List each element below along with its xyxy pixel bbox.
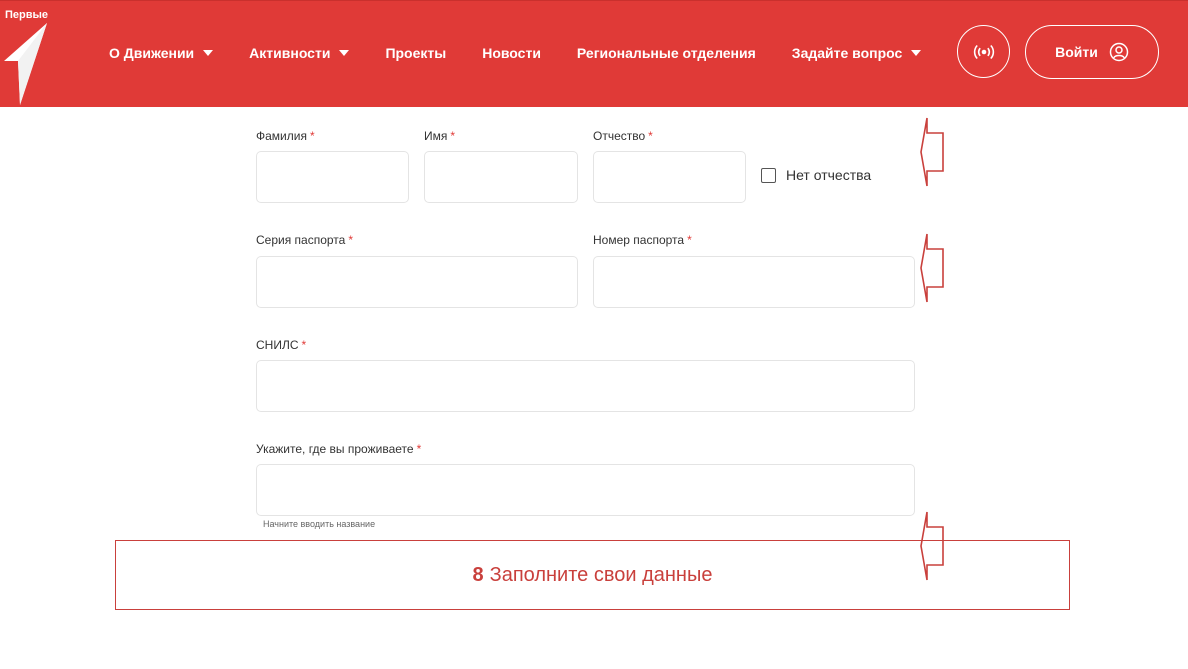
- nav-item-regional[interactable]: Региональные отделения: [577, 45, 756, 61]
- surname-label: Фамилия *: [256, 129, 315, 143]
- nav-item-projects[interactable]: Проекты: [385, 45, 446, 61]
- passport-series-label: Серия паспорта *: [256, 233, 353, 247]
- required-mark: *: [301, 338, 307, 352]
- nav-item-label: Новости: [482, 45, 541, 61]
- required-mark: *: [687, 233, 692, 247]
- site-header: Первые О Движении Активности Проекты Нов…: [0, 0, 1188, 107]
- snils-label-text: СНИЛС: [256, 338, 299, 352]
- residence-label-text: Укажите, где вы проживаете: [256, 442, 414, 456]
- residence-input[interactable]: [256, 464, 915, 516]
- passport-number-label-text: Номер паспорта: [593, 233, 685, 247]
- no-patronymic-label: Нет отчества: [786, 167, 872, 183]
- name-label-text: Имя: [424, 129, 448, 143]
- logo-text: Первые: [5, 9, 49, 21]
- instruction-text: Заполните свои данные: [489, 563, 713, 586]
- snils-label: СНИЛС *: [256, 338, 306, 352]
- nav-item-activities[interactable]: Активности: [249, 45, 350, 61]
- name-label: Имя *: [424, 129, 455, 143]
- nav-item-ask-question[interactable]: Задайте вопрос: [792, 45, 922, 61]
- residence-hint: Начните вводить название: [263, 519, 376, 529]
- required-mark: *: [416, 442, 422, 456]
- patronymic-input[interactable]: [593, 151, 746, 203]
- broadcast-icon: [973, 44, 994, 59]
- patronymic-label-text: Отчество: [593, 129, 646, 143]
- nav-item-label: Региональные отделения: [576, 45, 756, 61]
- required-mark: *: [450, 129, 456, 143]
- nav-item-about[interactable]: О Движении: [109, 45, 214, 61]
- nav-item-label: Активности: [249, 45, 331, 61]
- instruction-callout: 8 Заполните свои данные: [115, 540, 1070, 610]
- logo-arrow-icon: [4, 23, 47, 105]
- name-input[interactable]: [424, 151, 578, 203]
- main-nav: О Движении Активности Проекты Новости Ре…: [109, 1, 957, 105]
- nav-item-label: Задайте вопрос: [791, 45, 903, 61]
- residence-label: Укажите, где вы проживаете *: [256, 442, 421, 456]
- no-patronymic-checkbox[interactable]: Нет отчества: [761, 167, 871, 183]
- login-label: Войти: [1055, 44, 1098, 60]
- nav-item-news[interactable]: Новости: [482, 45, 541, 61]
- surname-label-text: Фамилия: [256, 129, 307, 143]
- nav-item-label: Проекты: [385, 45, 447, 61]
- passport-series-label-text: Серия паспорта: [256, 233, 346, 247]
- logo[interactable]: Первые: [4, 7, 54, 107]
- broadcast-button[interactable]: [957, 25, 1010, 78]
- patronymic-label: Отчество *: [593, 129, 653, 143]
- required-mark: *: [648, 129, 653, 143]
- required-mark: *: [348, 233, 354, 247]
- snils-input[interactable]: [256, 360, 915, 412]
- passport-number-input[interactable]: [593, 256, 915, 308]
- pointer-arrow-icon: [920, 117, 944, 187]
- caret-down-icon: [339, 50, 350, 56]
- passport-series-input[interactable]: [256, 256, 578, 308]
- caret-down-icon: [911, 50, 922, 56]
- user-circle-icon: [1109, 42, 1129, 62]
- nav-item-label: О Движении: [109, 45, 195, 61]
- checkbox-box[interactable]: [761, 167, 776, 183]
- caret-down-icon: [203, 50, 214, 56]
- pointer-arrow-icon: [920, 233, 944, 303]
- login-button[interactable]: Войти: [1025, 25, 1159, 79]
- passport-number-label: Номер паспорта *: [593, 233, 692, 247]
- required-mark: *: [309, 129, 315, 143]
- step-number: 8: [472, 563, 484, 586]
- surname-input[interactable]: [256, 151, 409, 203]
